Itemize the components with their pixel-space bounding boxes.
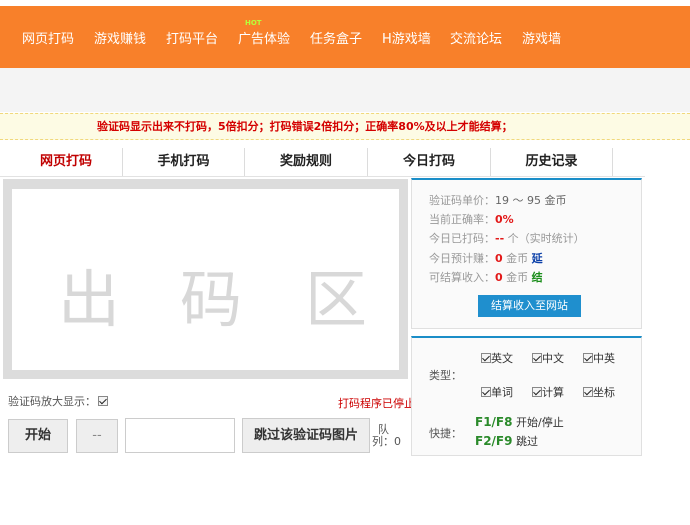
type-option-word[interactable]: 单词 bbox=[479, 384, 513, 400]
expected-tag: 延 bbox=[531, 252, 543, 265]
nav-item-ad-experience[interactable]: HOT 广告体验 bbox=[238, 19, 291, 47]
expected-row: 今日预计赚：0 金币 延 bbox=[429, 250, 543, 266]
shortcut-skip: F2/F9 跳过 bbox=[475, 434, 538, 448]
settle-label: 可结算收入： bbox=[429, 271, 495, 284]
nav-item-h-game-wall[interactable]: H游戏墙 bbox=[382, 28, 431, 47]
type-checkbox[interactable] bbox=[532, 387, 542, 397]
today-count-label: 今日已打码： bbox=[429, 232, 495, 245]
magnify-label: 验证码放大显示： bbox=[8, 395, 96, 408]
type-option-chinese[interactable]: 中文 bbox=[530, 350, 564, 366]
type-checkbox[interactable] bbox=[583, 387, 593, 397]
settle-tag: 结 bbox=[531, 271, 543, 284]
price-row: 验证码单价：19 ～ 95 金币 bbox=[429, 192, 566, 208]
today-count-unit: 个（实时统计） bbox=[507, 232, 585, 245]
accuracy-label: 当前正确率： bbox=[429, 213, 495, 226]
price-value: 19 ～ 95 金币 bbox=[495, 194, 567, 207]
shortcut-label: 快捷： bbox=[429, 427, 462, 440]
nav-item-task-box[interactable]: 任务盒子 bbox=[310, 28, 362, 47]
queue-count: 队 列：0 bbox=[372, 424, 401, 448]
expected-label: 今日预计赚： bbox=[429, 252, 495, 265]
type-option-calc[interactable]: 计算 bbox=[530, 384, 564, 400]
tab-history[interactable]: 历史记录 bbox=[491, 148, 613, 176]
price-label: 验证码单价： bbox=[429, 194, 495, 207]
tab-divider bbox=[0, 176, 645, 177]
type-option-mixed[interactable]: 中英 bbox=[581, 350, 615, 366]
placeholder-char: 出 bbox=[58, 263, 121, 336]
accuracy-value: 0% bbox=[495, 213, 514, 226]
magnify-checkbox[interactable] bbox=[98, 396, 108, 406]
nav-item-ad-experience-label: 广告体验 bbox=[238, 32, 291, 47]
shortcut-start-stop: F1/F8 开始/停止 bbox=[475, 415, 564, 429]
settle-income-button[interactable]: 结算收入至网站 bbox=[478, 295, 581, 317]
top-nav: 网页打码 游戏赚钱 打码平台 HOT 广告体验 任务盒子 H游戏墙 交流论坛 游… bbox=[0, 6, 690, 68]
placeholder-char: 区 bbox=[305, 263, 368, 336]
tab-today-captcha[interactable]: 今日打码 bbox=[368, 148, 491, 176]
dash-button[interactable]: -- bbox=[76, 419, 118, 453]
queue-value: 列：0 bbox=[372, 435, 401, 448]
stats-panel: 验证码单价：19 ～ 95 金币 当前正确率：0% 今日已打码：-- 个（实时统… bbox=[411, 178, 642, 329]
spacer-bar bbox=[0, 68, 690, 112]
tab-mobile-captcha[interactable]: 手机打码 bbox=[123, 148, 245, 176]
hot-badge: HOT bbox=[245, 19, 262, 27]
skip-captcha-button[interactable]: 跳过该验证码图片 bbox=[242, 418, 370, 453]
tab-bar: 网页打码 手机打码 奖励规则 今日打码 历史记录 bbox=[0, 148, 690, 176]
type-option-english[interactable]: 英文 bbox=[479, 350, 513, 366]
tab-reward-rules[interactable]: 奖励规则 bbox=[245, 148, 368, 176]
captcha-frame: 出 码 区 bbox=[3, 179, 408, 379]
nav-item-forum[interactable]: 交流论坛 bbox=[450, 28, 502, 47]
settle-row: 可结算收入：0 金币 结 bbox=[429, 269, 543, 285]
options-panel: 类型： 英文 中文 中英 单词 计算 坐标 快捷： F1/F8 开始/停止 F2… bbox=[411, 336, 642, 456]
nav-item-captcha-platform[interactable]: 打码平台 bbox=[166, 28, 218, 47]
magnify-option: 验证码放大显示： bbox=[8, 393, 108, 409]
notice-banner: 验证码显示出来不打码，5倍扣分；打码错误2倍扣分；正确率80%及以上才能结算； bbox=[0, 113, 690, 140]
nav-item-game-wall[interactable]: 游戏墙 bbox=[522, 28, 561, 47]
start-button[interactable]: 开始 bbox=[8, 419, 68, 453]
type-option-coord[interactable]: 坐标 bbox=[581, 384, 615, 400]
settle-unit: 金币 bbox=[506, 271, 529, 284]
tab-web-captcha[interactable]: 网页打码 bbox=[10, 148, 123, 176]
status-text: 打码程序已停止 bbox=[338, 397, 415, 410]
expected-unit: 金币 bbox=[506, 252, 529, 265]
type-checkbox[interactable] bbox=[481, 353, 491, 363]
type-label: 类型： bbox=[429, 369, 462, 382]
placeholder-char: 码 bbox=[180, 263, 243, 336]
captcha-answer-input[interactable] bbox=[125, 418, 235, 453]
today-count-row: 今日已打码：-- 个（实时统计） bbox=[429, 230, 585, 246]
type-checkbox[interactable] bbox=[583, 353, 593, 363]
nav-item-web-captcha[interactable]: 网页打码 bbox=[22, 28, 74, 47]
type-checkbox[interactable] bbox=[481, 387, 491, 397]
today-count-value: -- bbox=[495, 232, 505, 245]
nav-item-game-earn[interactable]: 游戏赚钱 bbox=[94, 28, 146, 47]
type-checkbox[interactable] bbox=[532, 353, 542, 363]
expected-value: 0 bbox=[495, 252, 503, 265]
settle-value: 0 bbox=[495, 271, 503, 284]
captcha-image-area: 出 码 区 bbox=[12, 189, 399, 370]
accuracy-row: 当前正确率：0% bbox=[429, 211, 514, 227]
